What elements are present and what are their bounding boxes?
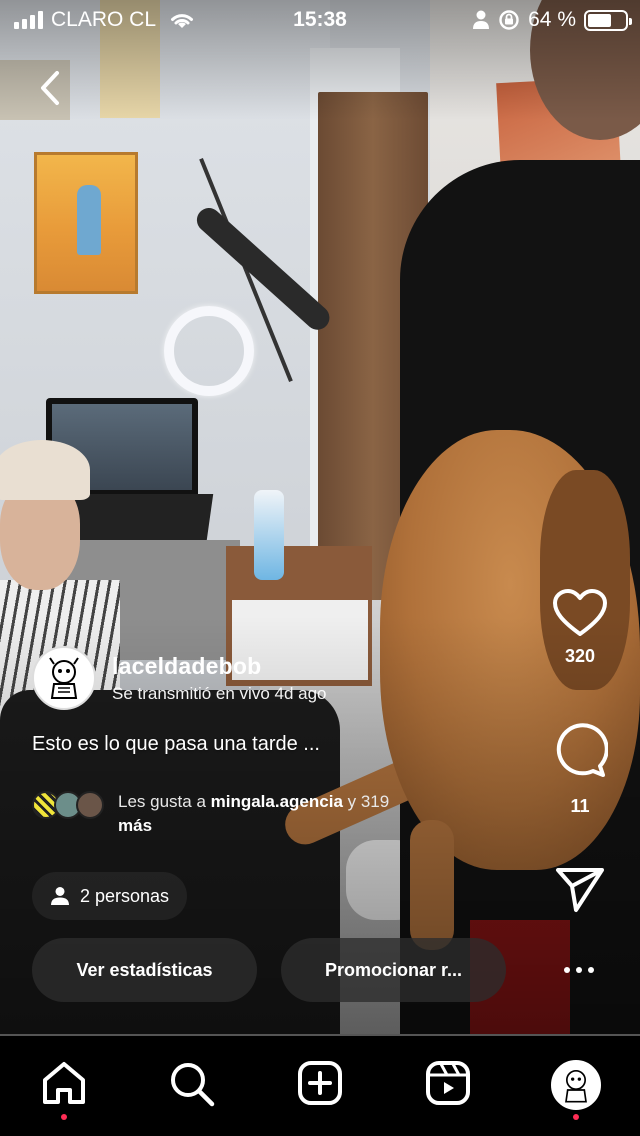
promote-button[interactable]: Promocionar r... [281, 938, 506, 1002]
profile-avatar[interactable] [551, 1060, 601, 1110]
search-icon[interactable] [168, 1060, 216, 1108]
tab-reels[interactable] [418, 1060, 478, 1120]
person-icon [51, 887, 69, 905]
likes-suffix: y 319 [342, 792, 390, 811]
bottle [254, 490, 284, 580]
comment-icon[interactable] [552, 722, 608, 778]
author-avatar[interactable] [32, 646, 96, 710]
heart-icon[interactable] [552, 588, 608, 638]
paper-plane-icon[interactable] [554, 864, 606, 914]
liker-avatars [32, 791, 104, 819]
comment-action[interactable]: 11 [540, 722, 620, 817]
likes-prefix: Les gusta a [118, 792, 211, 811]
notification-dot [61, 1114, 67, 1120]
like-count: 320 [564, 646, 596, 666]
insights-button[interactable]: Ver estadísticas [32, 938, 257, 1002]
more-options-button[interactable] [556, 950, 602, 990]
status-bar: CLARO CL 15:38 64 % [0, 0, 640, 40]
cartoon-avatar-icon [565, 1070, 587, 1103]
battery-percent: 64 % [528, 8, 576, 31]
likes-summary: Les gusta a mingala.agencia y 319 más [118, 790, 478, 838]
tab-home[interactable] [34, 1060, 94, 1120]
poster-yellow [34, 152, 138, 294]
chevron-left-icon [41, 71, 59, 105]
ring-light [164, 306, 254, 396]
share-action[interactable] [540, 864, 620, 914]
comment-count: 11 [570, 796, 590, 816]
tab-profile[interactable] [546, 1060, 606, 1120]
live-status: Se transmitió en vivo 4d ago [112, 683, 327, 703]
rotation-lock-icon [499, 10, 519, 30]
dot [576, 967, 582, 973]
tab-create[interactable] [290, 1060, 350, 1120]
back-button[interactable] [30, 64, 70, 112]
cartoon-avatar-icon [49, 657, 79, 699]
like-action[interactable]: 320 [540, 588, 620, 667]
likes-highlight-user[interactable]: mingala.agencia [211, 792, 343, 811]
reels-icon[interactable] [425, 1060, 471, 1106]
viewers-pill[interactable]: 2 personas [32, 872, 188, 920]
tab-bar [0, 1036, 640, 1136]
notification-dot [573, 1114, 579, 1120]
viewers-label: 2 personas [80, 885, 170, 906]
battery-level [588, 13, 612, 27]
battery-icon [584, 9, 632, 31]
home-icon[interactable] [40, 1060, 88, 1106]
likes-more[interactable]: más [118, 816, 152, 835]
author-row[interactable]: laceldadebob Se transmitió en vivo 4d ag… [32, 646, 327, 710]
laptop-base [56, 494, 214, 540]
dot [564, 967, 570, 973]
username[interactable]: laceldadebob [112, 653, 327, 680]
create-icon[interactable] [297, 1060, 343, 1106]
person-cap [0, 440, 90, 500]
tab-search[interactable] [162, 1060, 222, 1120]
liker-avatar [76, 791, 104, 819]
caption[interactable]: Esto es lo que pasa una tarde ... [32, 733, 320, 756]
status-right: 64 % [472, 8, 632, 32]
person-icon [473, 10, 490, 29]
dot [588, 967, 594, 973]
likes-row[interactable]: Les gusta a mingala.agencia y 319 más [32, 790, 492, 838]
